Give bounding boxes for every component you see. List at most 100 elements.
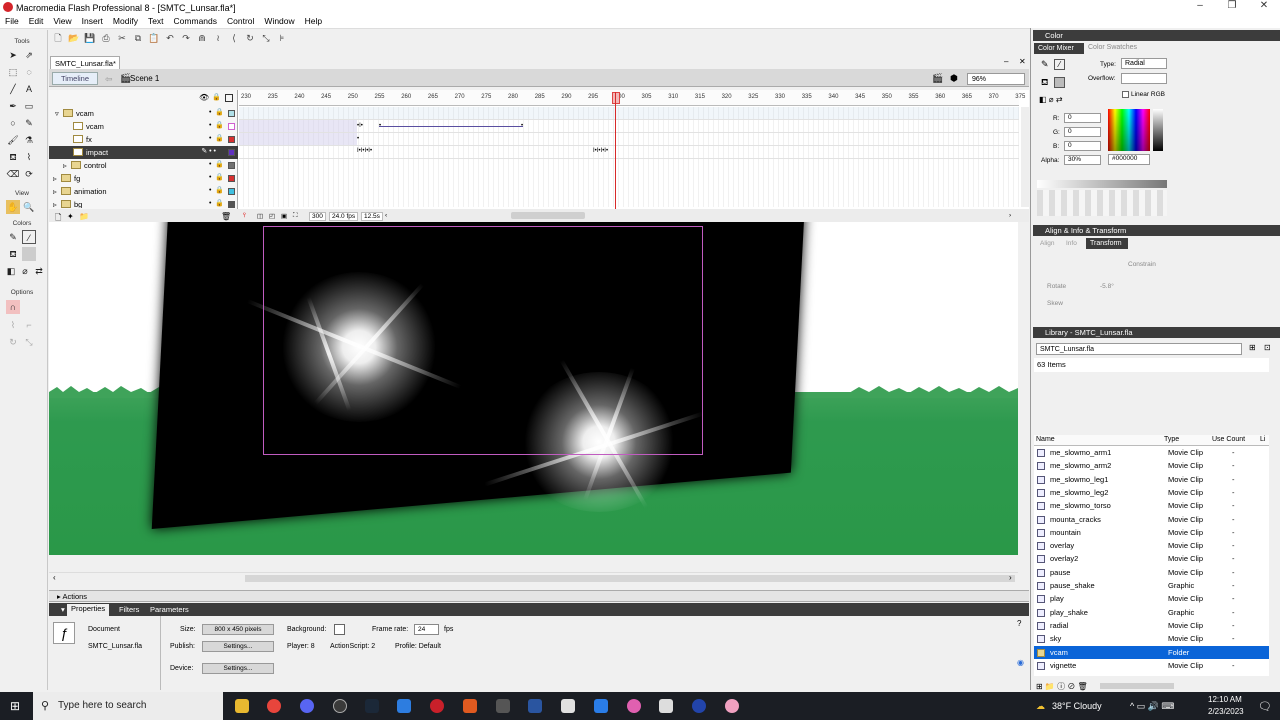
tab-properties[interactable]: Properties <box>67 604 110 616</box>
device-settings-button[interactable]: Settings... <box>202 663 274 674</box>
brightness-slider[interactable] <box>1153 109 1163 151</box>
library-item[interactable]: radial Movie Clip - <box>1034 619 1269 632</box>
paste-icon[interactable]: 📋 <box>146 30 162 46</box>
lasso-tool-icon[interactable]: ◌ <box>22 65 36 79</box>
app-gear-icon[interactable] <box>496 699 510 713</box>
menu-file[interactable]: File <box>0 15 24 26</box>
library-item[interactable]: overlay Movie Clip - <box>1034 539 1269 552</box>
library-item[interactable]: me_slowmo_torso Movie Clip - <box>1034 499 1269 512</box>
scale-icon[interactable]: ⤡ <box>258 30 274 46</box>
menu-view[interactable]: View <box>48 15 76 26</box>
align-icon[interactable]: ⊧ <box>274 30 290 46</box>
tab-parameters[interactable]: Parameters <box>146 605 193 614</box>
document-tab[interactable]: SMTC_Lunsar.fla* <box>50 56 120 69</box>
col-use-count[interactable]: Use Count <box>1212 436 1245 443</box>
rotate-icon[interactable]: ↻ <box>242 30 258 46</box>
stroke-pencil-icon[interactable]: ✎ <box>1041 59 1049 70</box>
library-item[interactable]: sky Movie Clip - <box>1034 632 1269 645</box>
brush-tool-icon[interactable]: 🖌 <box>6 133 20 147</box>
tab-transform[interactable]: Transform <box>1086 238 1128 249</box>
stage[interactable] <box>49 222 1018 555</box>
scroll-right-icon[interactable]: › <box>1009 212 1011 219</box>
frame-rate[interactable]: 24.0 fps <box>329 212 359 221</box>
oval-tool-icon[interactable]: ○ <box>6 116 20 130</box>
library-vscroll[interactable] <box>1270 446 1279 676</box>
rotate-value[interactable]: -5.8° <box>1100 283 1114 290</box>
show-hide-all-icon[interactable]: 👁 <box>199 93 209 102</box>
app-dark-icon[interactable] <box>692 699 706 713</box>
straighten-icon[interactable]: ⟨ <box>226 30 242 46</box>
menu-help[interactable]: Help <box>300 15 327 26</box>
selection-tool-icon[interactable]: ➤ <box>6 48 20 62</box>
menu-commands[interactable]: Commands <box>169 15 222 26</box>
menu-insert[interactable]: Insert <box>77 15 108 26</box>
library-item[interactable]: vignette Movie Clip - <box>1034 659 1269 672</box>
library-item[interactable]: pause Movie Clip - <box>1034 566 1269 579</box>
playhead-handle[interactable] <box>612 92 620 104</box>
red-input[interactable]: 0 <box>1064 113 1101 123</box>
paint-bucket-icon[interactable]: ⛾ <box>6 150 20 164</box>
app-blue-icon[interactable] <box>594 699 608 713</box>
layer-row[interactable]: vcam • 🔒 <box>49 120 238 133</box>
no-color-icon[interactable]: ⌀ <box>18 264 32 278</box>
delete-layer-icon[interactable]: 🗑 <box>221 212 231 221</box>
redo-icon[interactable]: ↷ <box>178 30 194 46</box>
fill-bucket-icon[interactable]: ⛾ <box>1041 77 1048 89</box>
fill-color-icon[interactable]: ⛾ <box>6 247 20 261</box>
zoom-select[interactable]: 96% <box>967 73 1025 85</box>
lock-all-icon[interactable]: 🔒 <box>212 93 221 101</box>
eyedropper-icon[interactable]: ⌇ <box>22 150 36 164</box>
layer-row[interactable]: ▹ bg • 🔒 <box>49 198 238 208</box>
close-icon[interactable]: ✕ <box>1244 0 1280 15</box>
free-transform-icon[interactable]: ⬚ <box>6 65 20 79</box>
gradient-type-select[interactable]: Radial <box>1121 58 1167 69</box>
app-grid-icon[interactable] <box>528 699 542 713</box>
library-item[interactable]: me_slowmo_leg2 Movie Clip - <box>1034 486 1269 499</box>
background-color-swatch[interactable] <box>334 624 345 635</box>
publish-settings-button[interactable]: Settings... <box>202 641 274 652</box>
fill-swatch-color[interactable] <box>1054 77 1065 88</box>
layer-row[interactable]: ▿ vcam • 🔒 <box>49 107 238 120</box>
library-hscroll-thumb[interactable] <box>1100 683 1174 689</box>
color-spectrum[interactable] <box>1108 109 1150 151</box>
outline-all-icon[interactable] <box>225 94 233 102</box>
accessibility-icon[interactable]: ◉ <box>1017 658 1024 667</box>
library-item[interactable]: vcam Folder <box>1034 645 1269 659</box>
print-icon[interactable]: ⎙ <box>98 30 114 46</box>
undo-icon[interactable]: ↶ <box>162 30 178 46</box>
save-icon[interactable]: 💾 <box>82 30 98 46</box>
add-guide-icon[interactable]: ✦ <box>67 212 74 221</box>
library-item[interactable]: mountain Movie Clip - <box>1034 526 1269 539</box>
frame-ruler[interactable]: 230 235 240 245 250 255 260 265 270 275 280 285 290 2… <box>239 90 1025 106</box>
library-document-select[interactable]: SMTC_Lunsar.fla <box>1036 343 1242 355</box>
scroll-left-icon[interactable]: ‹ <box>385 212 387 219</box>
tab-align[interactable]: Align <box>1040 240 1054 247</box>
app-swirl-icon[interactable] <box>725 699 739 713</box>
color-panel-header[interactable]: Color <box>1033 30 1280 41</box>
actions-panel-header[interactable]: ▸ Actions <box>49 590 1029 602</box>
taskbar-search[interactable]: ⚲ Type here to search <box>33 692 223 720</box>
stroke-swatch[interactable]: ⁄ <box>22 230 36 244</box>
menu-edit[interactable]: Edit <box>24 15 49 26</box>
help-icon[interactable]: ? <box>1017 619 1021 628</box>
bw-swap-icon[interactable]: ◧ ⌀ ⇄ <box>1039 95 1063 104</box>
stage-hscroll[interactable]: ‹ › <box>49 572 1018 584</box>
stage-vscroll[interactable] <box>1018 355 1029 575</box>
open-file-icon[interactable]: 📂 <box>66 30 82 46</box>
app-circle-icon[interactable] <box>333 699 347 713</box>
ink-bottle-icon[interactable]: ⚗ <box>22 133 36 147</box>
snap-magnet-icon[interactable]: ∩ <box>6 300 20 314</box>
layer-row-selected[interactable]: impact ✎ • • <box>49 146 238 159</box>
library-item[interactable]: play Movie Clip - <box>1034 592 1269 605</box>
straighten-option-icon[interactable]: ⌐ <box>22 318 36 332</box>
smooth-option-icon[interactable]: ⌇ <box>6 318 20 332</box>
edit-multiple-icon[interactable]: ▣ <box>281 212 287 220</box>
onion-outline-icon[interactable]: ◰ <box>269 212 275 220</box>
playhead[interactable] <box>615 92 616 210</box>
timeline-hscroll-thumb[interactable] <box>511 212 585 219</box>
library-bottom-icons[interactable]: ⊞ 📁 ⓘ ⊘ 🗑 <box>1036 681 1088 692</box>
library-item[interactable]: overlay2 Movie Clip - <box>1034 552 1269 565</box>
chrome-icon[interactable] <box>267 699 281 713</box>
pencil-tool-icon[interactable]: ✎ <box>22 116 36 130</box>
eraser-tool-icon[interactable]: ⌫ <box>6 167 20 181</box>
